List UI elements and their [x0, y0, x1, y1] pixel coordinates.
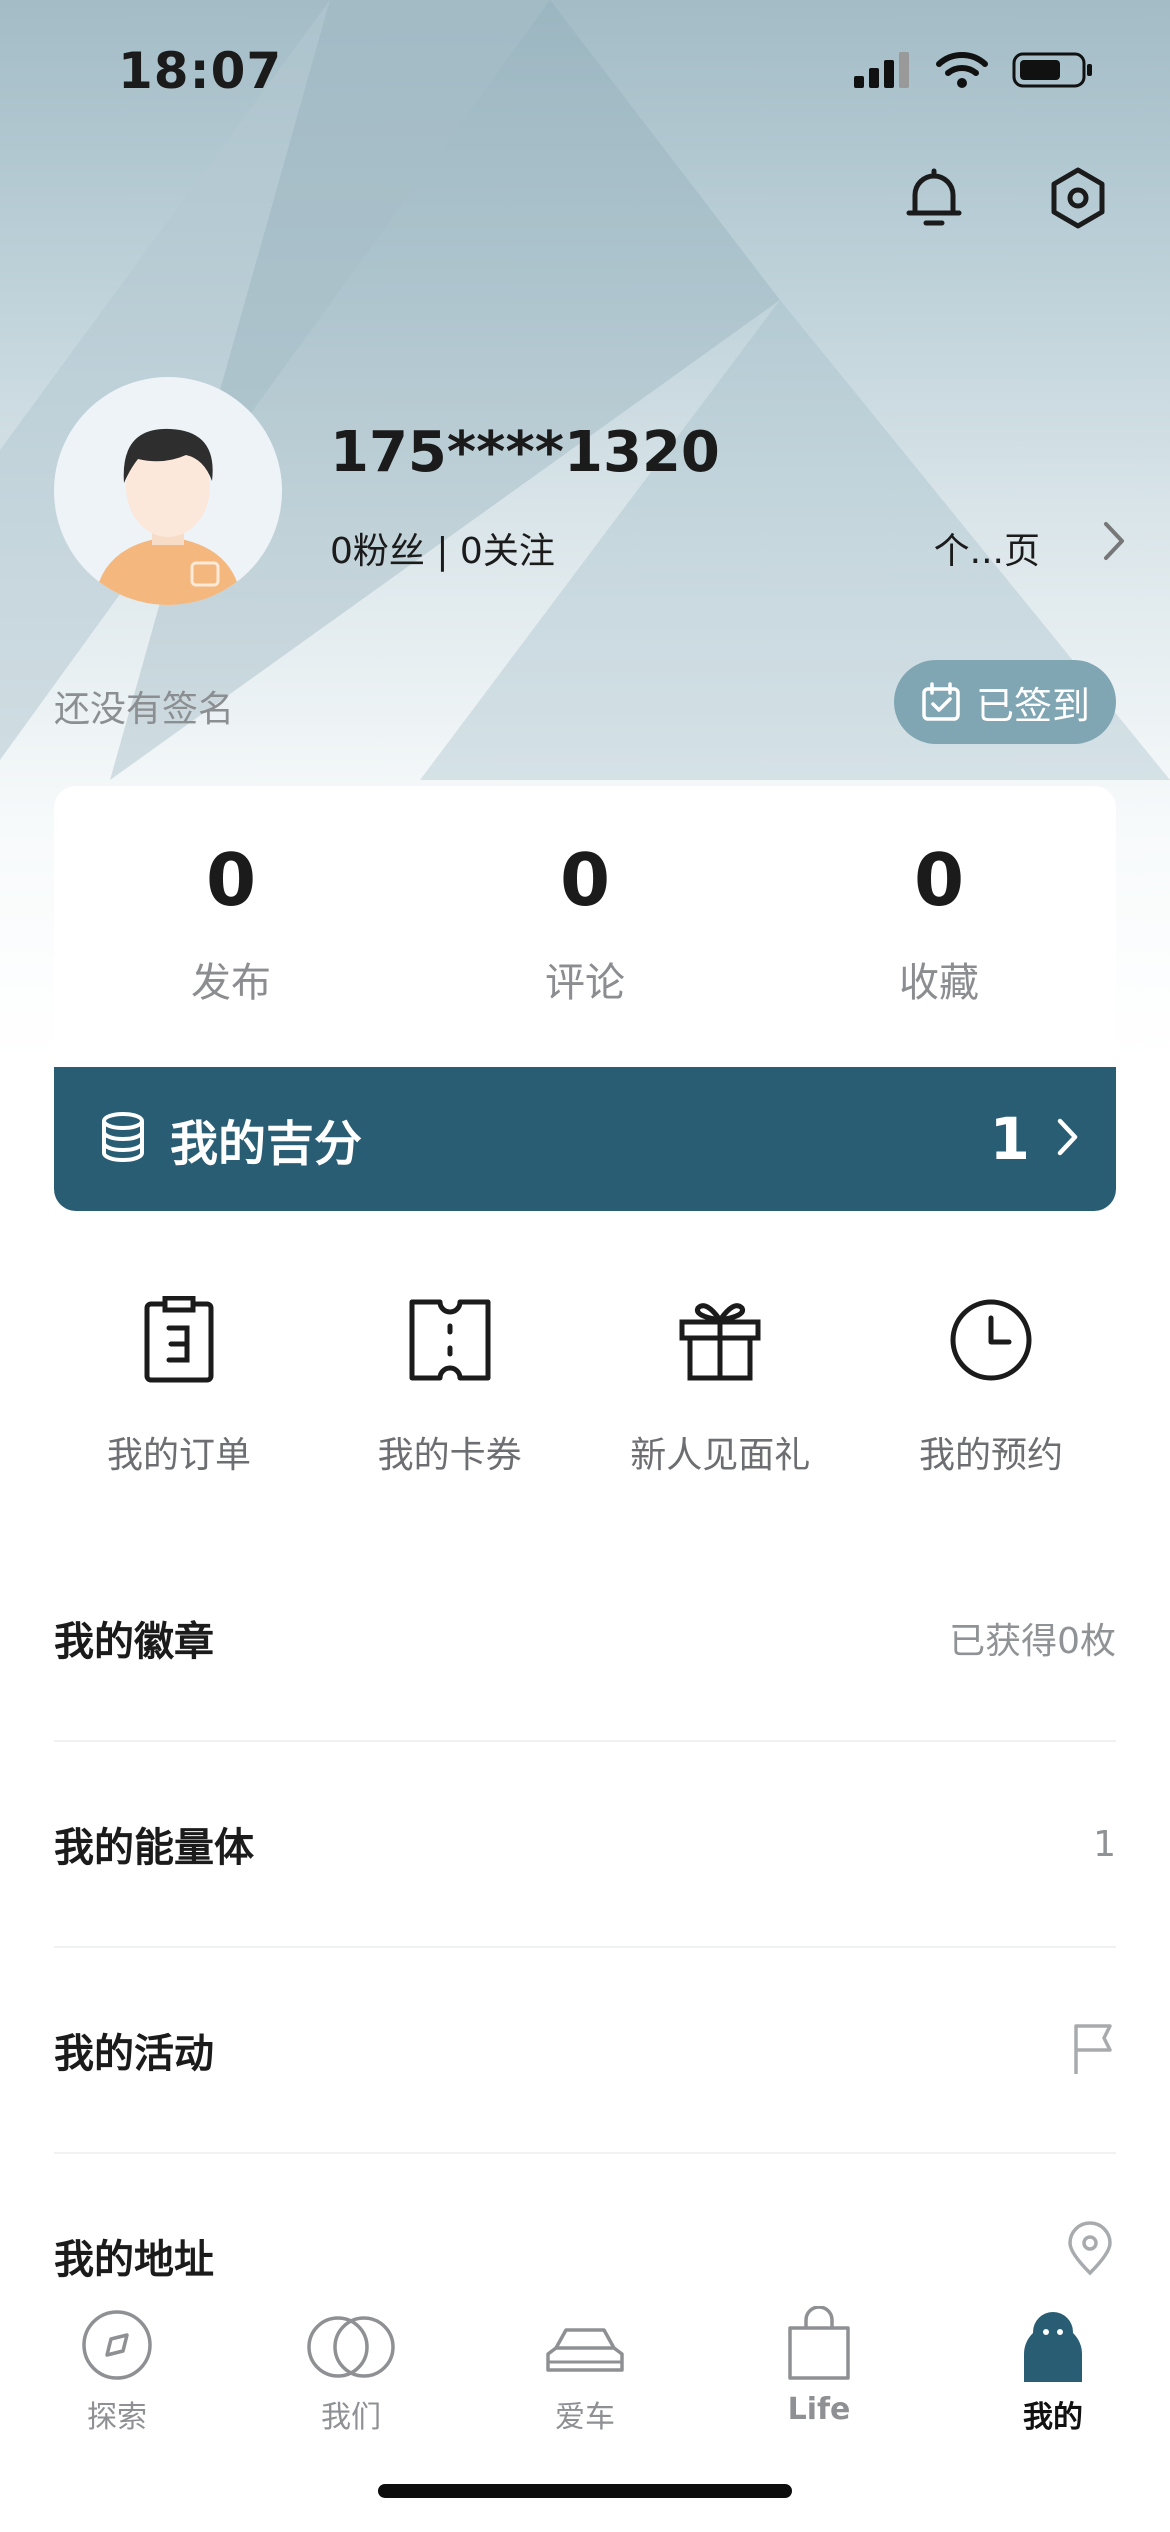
stat-value: 0: [559, 838, 611, 922]
settings-gear-icon[interactable]: [1038, 158, 1118, 238]
order-icon: [44, 1290, 314, 1390]
avatar-illustration: [94, 428, 242, 605]
list-item-label: 我的徽章: [54, 1619, 214, 1665]
clock-icon: [856, 1290, 1126, 1390]
list-item-label: 我的活动: [54, 2031, 214, 2077]
stat-value: 0: [205, 838, 257, 922]
points-value: 1: [989, 1105, 1030, 1173]
battery-icon: [1012, 52, 1092, 88]
tab-label: 爱车: [555, 2400, 615, 2435]
shortcut-orders[interactable]: 我的订单: [44, 1290, 314, 1478]
database-coin-icon: [100, 1111, 146, 1167]
stat-value: 0: [913, 838, 965, 922]
shortcut-label: 新人见面礼: [630, 1435, 811, 1476]
stat-favorites[interactable]: 0 收藏: [789, 786, 1089, 1070]
fans-follow-count[interactable]: 0粉丝 | 0关注: [330, 522, 555, 574]
tab-mine[interactable]: 我的: [936, 2280, 1170, 2532]
list-item-badges[interactable]: 我的徽章 已获得0枚: [54, 1536, 1116, 1742]
shortcut-grid: 我的订单 我的卡券 新人见面礼 我的预约: [44, 1290, 1126, 1478]
status-time: 18:07: [118, 42, 283, 100]
stat-posts[interactable]: 0 发布: [81, 786, 381, 1070]
list-item-label: 我的地址: [54, 2237, 214, 2283]
menu-list: 我的徽章 已获得0枚 我的能量体 1 我的活动 我的地址: [54, 1536, 1116, 2358]
energy-count: 1: [1093, 1823, 1116, 1865]
points-bar[interactable]: 我的吉分 1: [54, 1067, 1116, 1211]
chevron-right-icon: [1052, 1114, 1082, 1164]
stat-label: 发布: [191, 960, 271, 1006]
shortcut-appointments[interactable]: 我的预约: [856, 1290, 1126, 1478]
status-icons: [854, 50, 1094, 90]
bag-icon: [702, 2302, 936, 2382]
avatar[interactable]: [54, 377, 282, 605]
stats-card: 0 发布 0 评论 0 收藏: [54, 786, 1116, 1070]
home-indicator: [378, 2484, 792, 2498]
shortcut-label: 我的预约: [918, 1435, 1063, 1476]
shortcut-newcomer-gift[interactable]: 新人见面礼: [585, 1290, 855, 1478]
signal-icon: [854, 52, 909, 88]
shortcut-coupons[interactable]: 我的卡券: [315, 1290, 585, 1478]
username: 175****1320: [330, 420, 720, 485]
list-item-activities[interactable]: 我的活动: [54, 1948, 1116, 2154]
car-icon: [468, 2302, 702, 2382]
tab-label: 我的: [1023, 2400, 1083, 2435]
tab-label: 探索: [87, 2400, 147, 2435]
tab-explore[interactable]: 探索: [0, 2280, 234, 2532]
signin-label: 已签到: [975, 683, 1090, 728]
badge-count: 已获得0枚: [949, 1621, 1116, 1662]
stat-label: 收藏: [899, 960, 979, 1006]
chevron-right-icon[interactable]: [1094, 516, 1134, 570]
stat-comments[interactable]: 0 评论: [435, 786, 735, 1070]
wifi-icon: [936, 52, 988, 88]
list-item-label: 我的能量体: [54, 1825, 254, 1871]
flag-icon: [1068, 2020, 1116, 2080]
points-title: 我的吉分: [170, 1116, 363, 1172]
calendar-check-icon: [922, 682, 960, 721]
homepage-link[interactable]: 个...页: [934, 522, 1040, 574]
signature-text[interactable]: 还没有签名: [54, 680, 234, 732]
tab-label: 我们: [321, 2400, 381, 2435]
person-icon: [936, 2302, 1170, 2382]
coupon-icon: [315, 1290, 585, 1390]
signin-button[interactable]: 已签到: [894, 660, 1116, 744]
gift-icon: [585, 1290, 855, 1390]
list-item-energy[interactable]: 我的能量体 1: [54, 1742, 1116, 1948]
notification-bell-icon[interactable]: [894, 158, 974, 238]
shortcut-label: 我的卡券: [377, 1435, 522, 1476]
compass-icon: [0, 2302, 234, 2382]
shortcut-label: 我的订单: [106, 1435, 251, 1476]
tab-label: Life: [787, 2392, 851, 2427]
stat-label: 评论: [545, 960, 625, 1006]
rings-icon: [234, 2302, 468, 2382]
